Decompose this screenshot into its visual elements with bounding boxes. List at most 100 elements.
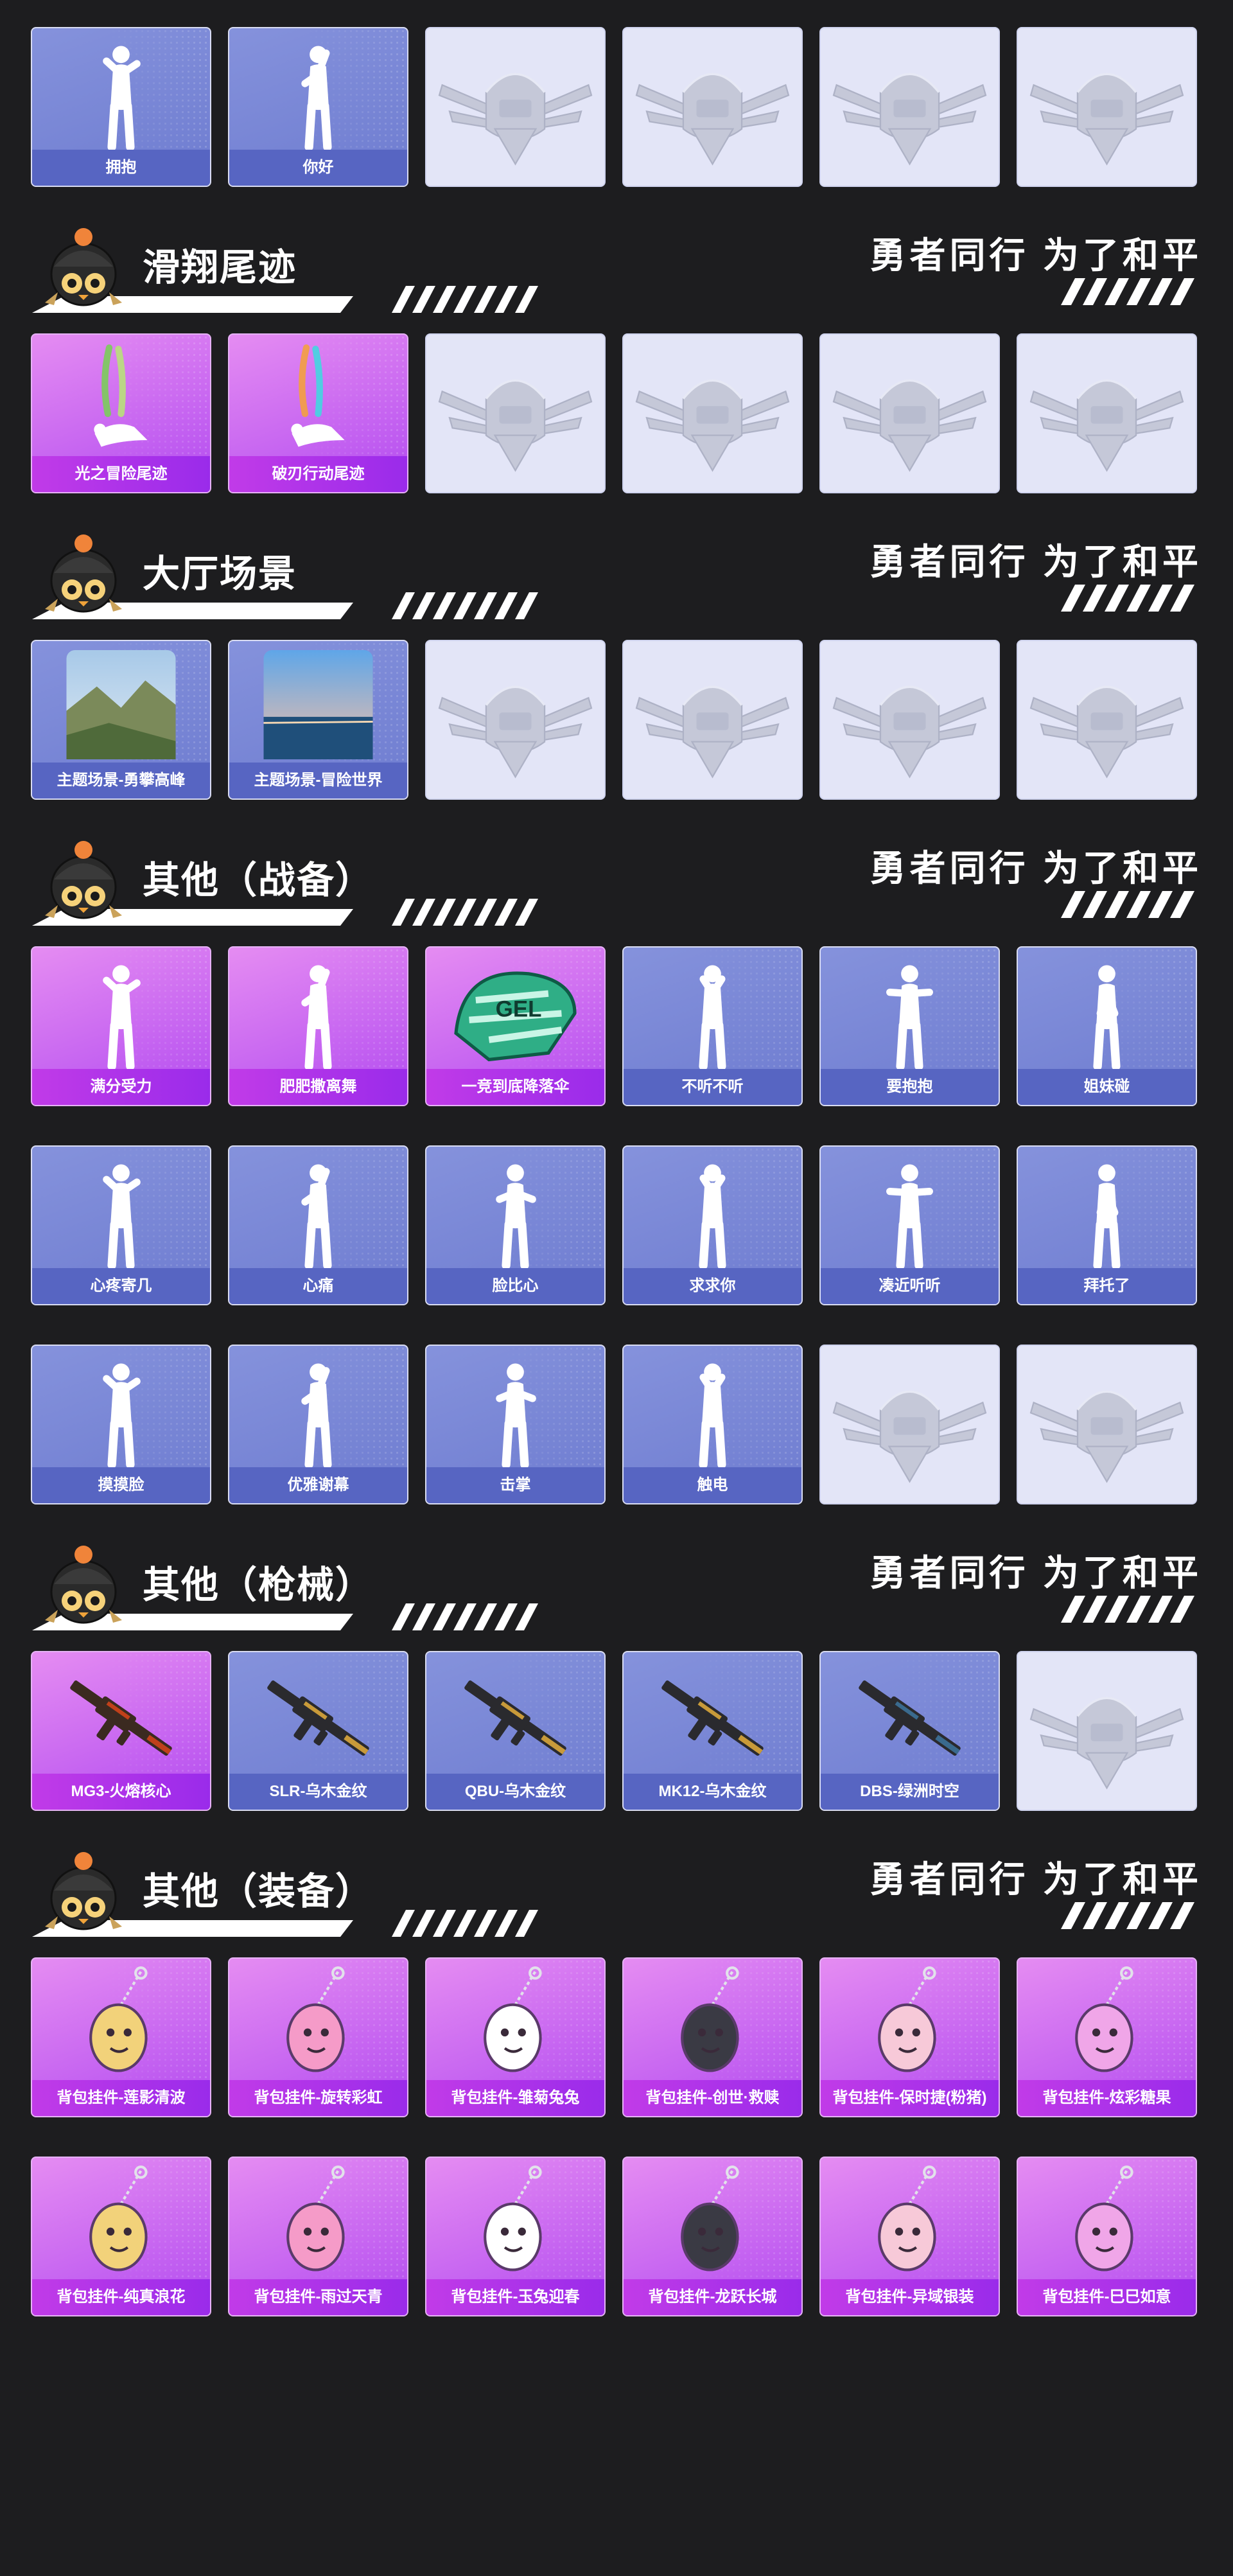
reward-item-card[interactable]: MK12-乌木金纹 xyxy=(622,1651,803,1811)
empty-item-slot xyxy=(1017,640,1197,800)
placeholder-emblem-icon xyxy=(821,41,999,173)
bag-pendant-icon xyxy=(32,1965,210,2084)
reward-item-card[interactable]: 背包挂件-异域银装 xyxy=(819,2157,1000,2316)
helmet-mascot-icon xyxy=(32,1539,135,1629)
section-slogan: 勇者同行 为了和平 xyxy=(870,848,1202,888)
reward-item-card[interactable]: 背包挂件-保时捷(粉猪) xyxy=(819,1957,1000,2117)
emote-figure-icon xyxy=(32,35,210,154)
section-header: 其他（枪械） 勇者同行 为了和平 xyxy=(0,1531,1233,1634)
reward-item-card[interactable]: 满分受力 xyxy=(31,946,211,1106)
reward-item-card[interactable]: 背包挂件-莲影清波 xyxy=(31,1957,211,2117)
item-row: 摸摸脸 优雅谢幕 击掌 触电 xyxy=(31,1345,1202,1504)
empty-item-slot xyxy=(819,640,1000,800)
reward-item-card[interactable]: SLR-乌木金纹 xyxy=(228,1651,408,1811)
empty-item-slot xyxy=(622,640,803,800)
bag-pendant-icon xyxy=(1018,1965,1196,2084)
emote-figure-icon xyxy=(426,1153,604,1272)
placeholder-emblem-icon xyxy=(624,654,801,786)
bag-pendant-icon xyxy=(1018,2164,1196,2283)
item-label: 主题场景-勇攀高峰 xyxy=(32,763,210,798)
reward-item-card[interactable]: 姐妹碰 xyxy=(1017,946,1197,1106)
item-row: 主题场景-勇攀高峰 主题场景-冒险世界 xyxy=(31,640,1202,800)
slogan-underline-stripes xyxy=(1061,1902,1201,1929)
slogan-underline-stripes xyxy=(1061,278,1201,305)
reward-item-card[interactable]: 要抱抱 xyxy=(819,946,1000,1106)
reward-item-card[interactable]: MG3-火熔核心 xyxy=(31,1651,211,1811)
reward-item-card[interactable]: 脸比心 xyxy=(425,1145,606,1305)
reward-item-card[interactable]: 肥肥撒离舞 xyxy=(228,946,408,1106)
reward-item-card[interactable]: 击掌 xyxy=(425,1345,606,1504)
reward-item-card[interactable]: 凑近听听 xyxy=(819,1145,1000,1305)
gun-icon xyxy=(821,1659,999,1778)
emote-figure-icon xyxy=(1018,1153,1196,1272)
item-label: 一竞到底降落伞 xyxy=(426,1069,604,1105)
emote-figure-icon xyxy=(821,1153,999,1272)
empty-item-slot xyxy=(819,333,1000,493)
item-label: QBU-乌木金纹 xyxy=(426,1774,604,1810)
gun-icon xyxy=(32,1659,210,1778)
item-label: 凑近听听 xyxy=(821,1268,999,1304)
reward-item-card[interactable]: 背包挂件-雨过天青 xyxy=(228,2157,408,2316)
emote-figure-icon xyxy=(821,954,999,1073)
reward-item-card[interactable]: 背包挂件-炫彩糖果 xyxy=(1017,1957,1197,2117)
reward-item-card[interactable]: 背包挂件-雏菊兔兔 xyxy=(425,1957,606,2117)
item-label: 背包挂件-纯真浪花 xyxy=(32,2279,210,2315)
helmet-mascot-icon xyxy=(32,222,135,312)
reward-item-card[interactable]: 背包挂件-巳巳如意 xyxy=(1017,2157,1197,2316)
emote-figure-icon xyxy=(624,954,801,1073)
reward-item-card[interactable]: 背包挂件-旋转彩虹 xyxy=(228,1957,408,2117)
item-label: 背包挂件-雏菊兔兔 xyxy=(426,2080,604,2116)
reward-item-card[interactable]: 摸摸脸 xyxy=(31,1345,211,1504)
emote-figure-icon xyxy=(32,1153,210,1272)
section-slogan: 勇者同行 为了和平 xyxy=(870,1553,1202,1593)
reward-item-card[interactable]: 背包挂件-纯真浪花 xyxy=(31,2157,211,2316)
placeholder-emblem-icon xyxy=(426,41,604,173)
reward-item-card[interactable]: 光之冒险尾迹 xyxy=(31,333,211,493)
item-row: 满分受力 肥肥撒离舞 GEL 一竞到底降落伞 不听不听 要抱抱 姐妹碰 xyxy=(31,946,1202,1106)
reward-item-card[interactable]: 优雅谢幕 xyxy=(228,1345,408,1504)
item-label: 背包挂件-异域银装 xyxy=(821,2279,999,2315)
reward-item-card[interactable]: 心痛 xyxy=(228,1145,408,1305)
reward-item-card[interactable]: 背包挂件-创世·救赎 xyxy=(622,1957,803,2117)
reward-item-card[interactable]: DBS-绿洲时空 xyxy=(819,1651,1000,1811)
reward-item-card[interactable]: 求求你 xyxy=(622,1145,803,1305)
reward-item-card[interactable]: GEL 一竞到底降落伞 xyxy=(425,946,606,1106)
item-label: 摸摸脸 xyxy=(32,1467,210,1503)
emote-figure-icon xyxy=(32,1352,210,1471)
item-label: 姐妹碰 xyxy=(1018,1069,1196,1105)
reward-item-card[interactable]: 主题场景-勇攀高峰 xyxy=(31,640,211,800)
bag-pendant-icon xyxy=(426,2164,604,2283)
empty-item-slot xyxy=(1017,1651,1197,1811)
slogan-underline-stripes xyxy=(1061,585,1201,612)
empty-item-slot xyxy=(425,640,606,800)
bag-pendant-icon xyxy=(624,1965,801,2084)
reward-item-card[interactable]: 心疼寄几 xyxy=(31,1145,211,1305)
section-title: 其他（战备） xyxy=(143,860,374,901)
empty-item-slot xyxy=(1017,333,1197,493)
lobby-scene-sea-icon xyxy=(229,650,407,759)
bag-pendant-icon xyxy=(821,2164,999,2283)
reward-item-card[interactable]: 主题场景-冒险世界 xyxy=(228,640,408,800)
reward-item-card[interactable]: 触电 xyxy=(622,1345,803,1504)
reward-item-card[interactable]: 背包挂件-龙跃长城 xyxy=(622,2157,803,2316)
item-label: 背包挂件-玉兔迎春 xyxy=(426,2279,604,2315)
emote-figure-icon xyxy=(229,954,407,1073)
reward-item-card[interactable]: 破刃行动尾迹 xyxy=(228,333,408,493)
reward-item-card[interactable]: 你好 xyxy=(228,27,408,187)
helmet-mascot-icon xyxy=(32,834,135,924)
item-label: 心疼寄几 xyxy=(32,1268,210,1304)
section-title: 大厅场景 xyxy=(143,553,297,595)
reward-item-card[interactable]: 背包挂件-玉兔迎春 xyxy=(425,2157,606,2316)
section-title: 滑翔尾迹 xyxy=(143,247,297,288)
emote-figure-icon xyxy=(1018,954,1196,1073)
reward-item-card[interactable]: 拜托了 xyxy=(1017,1145,1197,1305)
lobby-scene-mountain-icon xyxy=(32,650,210,759)
item-label: 光之冒险尾迹 xyxy=(32,456,210,492)
reward-item-card[interactable]: 不听不听 xyxy=(622,946,803,1106)
item-label: 心痛 xyxy=(229,1268,407,1304)
reward-item-card[interactable]: QBU-乌木金纹 xyxy=(425,1651,606,1811)
empty-item-slot xyxy=(1017,27,1197,187)
reward-item-card[interactable]: 拥抱 xyxy=(31,27,211,187)
item-label: 求求你 xyxy=(624,1268,801,1304)
empty-item-slot xyxy=(622,333,803,493)
